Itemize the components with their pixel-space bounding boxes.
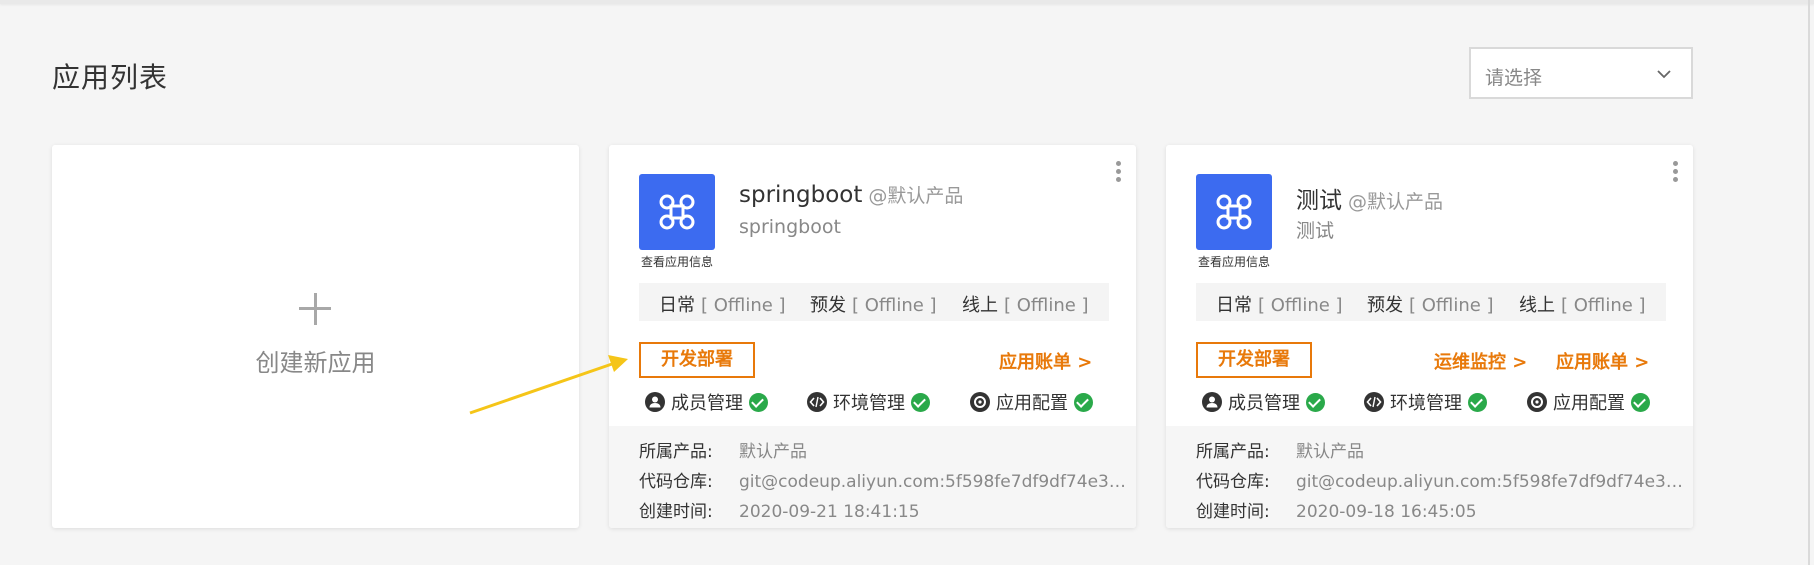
app-name[interactable]: springboot @默认产品: [739, 181, 963, 208]
meta-product: 所属产品: 默认产品: [1196, 442, 1364, 462]
app-name-text: springboot: [739, 182, 863, 208]
page-title: 应用列表: [52, 61, 169, 94]
check-circle-icon: [1306, 393, 1325, 412]
create-app-card[interactable]: 创建新应用: [52, 145, 579, 528]
code-icon: [807, 392, 827, 412]
more-vertical-icon[interactable]: [1116, 161, 1122, 183]
code-icon: [1364, 392, 1384, 412]
meta-created-time: 创建时间: 2020-09-21 18:41:15: [639, 502, 920, 522]
chevron-down-icon: [1657, 70, 1671, 79]
app-billing-link[interactable]: 应用账单 >: [1556, 348, 1649, 374]
environment-management[interactable]: 环境管理: [807, 389, 930, 414]
meta-created-time: 创建时间: 2020-09-18 16:45:05: [1196, 502, 1477, 522]
member-management[interactable]: 成员管理: [645, 389, 768, 414]
ops-monitoring-link[interactable]: 运维监控 >: [1434, 348, 1527, 374]
command-icon: [659, 194, 695, 230]
app-configuration[interactable]: 应用配置: [970, 389, 1093, 414]
env-production[interactable]: 线上[ Offline ]: [962, 291, 1089, 317]
product-tag: @默认产品: [1348, 191, 1444, 213]
gear-icon: [970, 392, 990, 412]
select-placeholder: 请选择: [1485, 67, 1543, 89]
app-icon[interactable]: [639, 174, 715, 250]
environment-management[interactable]: 环境管理: [1364, 389, 1487, 414]
env-staging[interactable]: 预发[ Offline ]: [1367, 291, 1494, 317]
user-icon: [645, 392, 665, 412]
environment-bar: 日常[ Offline ] 预发[ Offline ] 线上[ Offline …: [1196, 283, 1666, 321]
gear-icon: [1527, 392, 1547, 412]
app-billing-link[interactable]: 应用账单 >: [999, 348, 1092, 374]
user-icon: [1202, 392, 1222, 412]
check-circle-icon: [911, 393, 930, 412]
app-meta: 所属产品: 默认产品 代码仓库: git@codeup.aliyun.com:5f5…: [1166, 426, 1693, 528]
view-app-info-link[interactable]: 查看应用信息: [639, 253, 715, 270]
deploy-button[interactable]: 开发部署: [639, 342, 755, 378]
view-app-info-link[interactable]: 查看应用信息: [1196, 253, 1272, 270]
app-card[interactable]: 查看应用信息 springboot @默认产品 springboot 日常[ Of…: [609, 145, 1136, 528]
meta-repository: 代码仓库: git@codeup.aliyun.com:5f598fe7df9df…: [639, 472, 1129, 492]
env-staging[interactable]: 预发[ Offline ]: [810, 291, 937, 317]
product-tag: @默认产品: [868, 185, 964, 207]
plus-icon: [299, 293, 331, 325]
env-daily[interactable]: 日常[ Offline ]: [1216, 291, 1343, 317]
more-vertical-icon[interactable]: [1673, 161, 1679, 183]
check-circle-icon: [1468, 393, 1487, 412]
member-management[interactable]: 成员管理: [1202, 389, 1325, 414]
environment-bar: 日常[ Offline ] 预发[ Offline ] 线上[ Offline …: [639, 283, 1109, 321]
scrollbar-track[interactable]: [1808, 0, 1810, 565]
app-icon[interactable]: [1196, 174, 1272, 250]
meta-repository: 代码仓库: git@codeup.aliyun.com:5f598fe7df9df…: [1196, 472, 1686, 492]
product-select[interactable]: 请选择: [1469, 47, 1693, 99]
app-card[interactable]: 查看应用信息 测试 @默认产品 测试 日常[ Offline ] 预发[ Offl…: [1166, 145, 1693, 528]
app-configuration[interactable]: 应用配置: [1527, 389, 1650, 414]
deploy-button[interactable]: 开发部署: [1196, 342, 1312, 378]
top-bar: [0, 0, 1814, 4]
app-meta: 所属产品: 默认产品 代码仓库: git@codeup.aliyun.com:5f5…: [609, 426, 1136, 528]
env-production[interactable]: 线上[ Offline ]: [1519, 291, 1646, 317]
command-icon: [1216, 194, 1252, 230]
meta-product: 所属产品: 默认产品: [639, 442, 807, 462]
env-daily[interactable]: 日常[ Offline ]: [659, 291, 786, 317]
app-name[interactable]: 测试 @默认产品: [1296, 181, 1443, 215]
check-circle-icon: [1631, 393, 1650, 412]
app-name-text: 测试: [1296, 188, 1342, 214]
check-circle-icon: [1074, 393, 1093, 412]
check-circle-icon: [749, 393, 768, 412]
app-description: 测试: [1296, 220, 1335, 242]
create-app-label: 创建新应用: [255, 349, 376, 377]
app-description: springboot: [739, 216, 841, 238]
